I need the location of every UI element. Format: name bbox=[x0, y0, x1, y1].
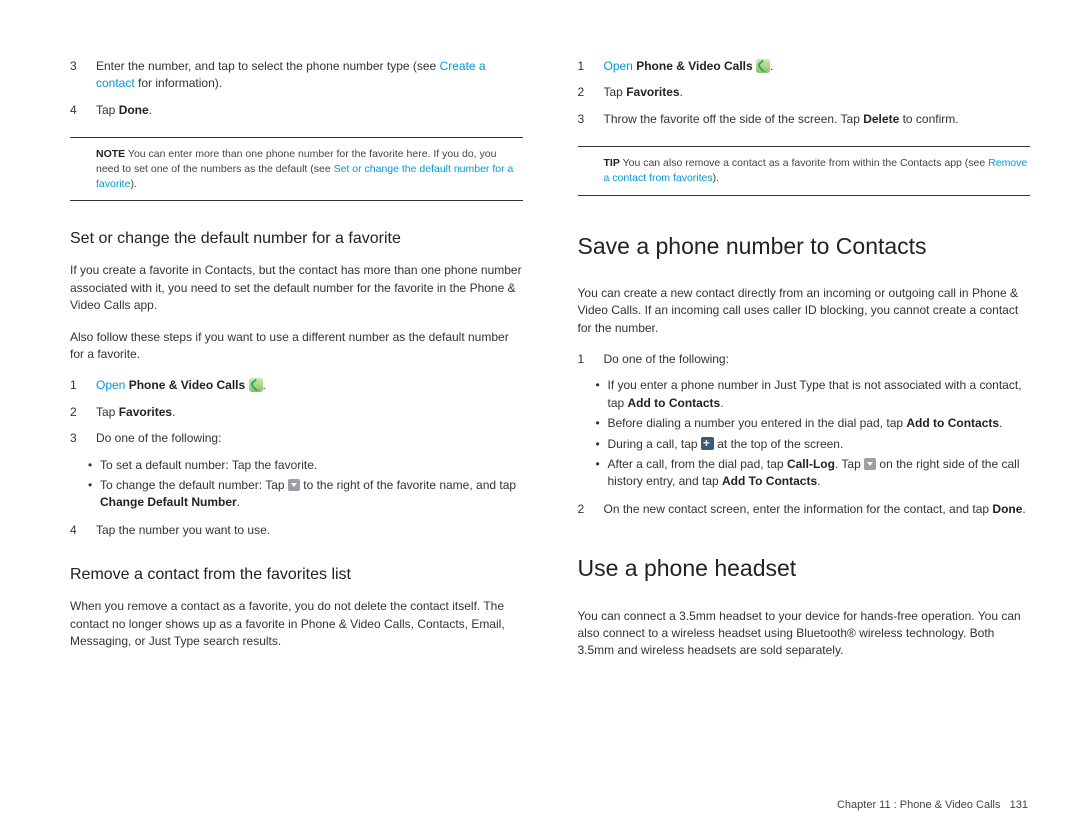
step-text: Enter the number, and tap to select the … bbox=[96, 58, 523, 93]
step-number: 1 bbox=[70, 377, 96, 394]
step-1: 1 Open Phone & Video Calls . bbox=[578, 58, 1031, 75]
paragraph: Also follow these steps if you want to u… bbox=[70, 329, 523, 364]
left-column: 3 Enter the number, and tap to select th… bbox=[70, 55, 523, 674]
note-box: NOTE You can enter more than one phone n… bbox=[70, 137, 523, 201]
step-3: 3 Throw the favorite off the side of the… bbox=[578, 111, 1031, 128]
step-4b: 4 Tap the number you want to use. bbox=[70, 522, 523, 539]
caret-icon bbox=[864, 458, 876, 470]
step-text: Tap Favorites. bbox=[96, 404, 523, 421]
step-number: 4 bbox=[70, 522, 96, 539]
step-number: 2 bbox=[578, 501, 604, 518]
step-1: 1 Open Phone & Video Calls . bbox=[70, 377, 523, 394]
list-item: Before dialing a number you entered in t… bbox=[596, 415, 1031, 432]
step-text: Open Phone & Video Calls . bbox=[604, 58, 1031, 75]
heading-use-headset: Use a phone headset bbox=[578, 552, 1031, 585]
step-number: 3 bbox=[70, 58, 96, 93]
link-open[interactable]: Open bbox=[96, 378, 125, 392]
tip-label: TIP bbox=[604, 157, 620, 169]
heading-save-contacts: Save a phone number to Contacts bbox=[578, 230, 1031, 263]
step-text: Throw the favorite off the side of the s… bbox=[604, 111, 1031, 128]
right-column: 1 Open Phone & Video Calls . 2 Tap Favor… bbox=[578, 55, 1031, 674]
bullet-list: If you enter a phone number in Just Type… bbox=[578, 377, 1031, 490]
step-1b: 1 Do one of the following: bbox=[578, 351, 1031, 368]
step-number: 3 bbox=[70, 430, 96, 447]
step-text: Do one of the following: bbox=[96, 430, 523, 447]
add-contact-icon bbox=[701, 437, 714, 450]
heading-set-default: Set or change the default number for a f… bbox=[70, 227, 523, 250]
step-text: Tap Done. bbox=[96, 102, 523, 119]
tip-box: TIP You can also remove a contact as a f… bbox=[578, 146, 1031, 195]
paragraph: When you remove a contact as a favorite,… bbox=[70, 598, 523, 650]
phone-icon bbox=[249, 378, 263, 392]
step-2: 2 Tap Favorites. bbox=[70, 404, 523, 421]
bullet-list: To set a default number: Tap the favorit… bbox=[70, 457, 523, 512]
step-number: 4 bbox=[70, 102, 96, 119]
list-item: After a call, from the dial pad, tap Cal… bbox=[596, 456, 1031, 491]
list-item: To change the default number: Tap to the… bbox=[88, 477, 523, 512]
list-item: To set a default number: Tap the favorit… bbox=[88, 457, 523, 474]
heading-remove-favorite: Remove a contact from the favorites list bbox=[70, 563, 523, 586]
step-number: 2 bbox=[578, 84, 604, 101]
note-label: NOTE bbox=[96, 148, 125, 160]
step-number: 2 bbox=[70, 404, 96, 421]
step-number: 3 bbox=[578, 111, 604, 128]
step-3b: 3 Do one of the following: bbox=[70, 430, 523, 447]
link-open[interactable]: Open bbox=[604, 59, 633, 73]
paragraph: You can create a new contact directly fr… bbox=[578, 285, 1031, 337]
caret-icon bbox=[288, 479, 300, 491]
footer-chapter: Chapter 11 : Phone & Video Calls bbox=[837, 799, 1000, 811]
list-item: During a call, tap at the top of the scr… bbox=[596, 436, 1031, 453]
step-2: 2 Tap Favorites. bbox=[578, 84, 1031, 101]
step-2b: 2 On the new contact screen, enter the i… bbox=[578, 501, 1031, 518]
step-number: 1 bbox=[578, 58, 604, 75]
step-4: 4 Tap Done. bbox=[70, 102, 523, 119]
footer-page-number: 131 bbox=[1010, 799, 1028, 811]
step-text: Do one of the following: bbox=[604, 351, 1031, 368]
step-3: 3 Enter the number, and tap to select th… bbox=[70, 58, 523, 93]
list-item: If you enter a phone number in Just Type… bbox=[596, 377, 1031, 412]
paragraph: You can connect a 3.5mm headset to your … bbox=[578, 608, 1031, 660]
step-text: Tap the number you want to use. bbox=[96, 522, 523, 539]
step-text: Open Phone & Video Calls . bbox=[96, 377, 523, 394]
step-number: 1 bbox=[578, 351, 604, 368]
phone-icon bbox=[756, 59, 770, 73]
step-text: Tap Favorites. bbox=[604, 84, 1031, 101]
paragraph: If you create a favorite in Contacts, bu… bbox=[70, 262, 523, 314]
step-text: On the new contact screen, enter the inf… bbox=[604, 501, 1031, 518]
page-footer: Chapter 11 : Phone & Video Calls 131 bbox=[837, 798, 1028, 814]
